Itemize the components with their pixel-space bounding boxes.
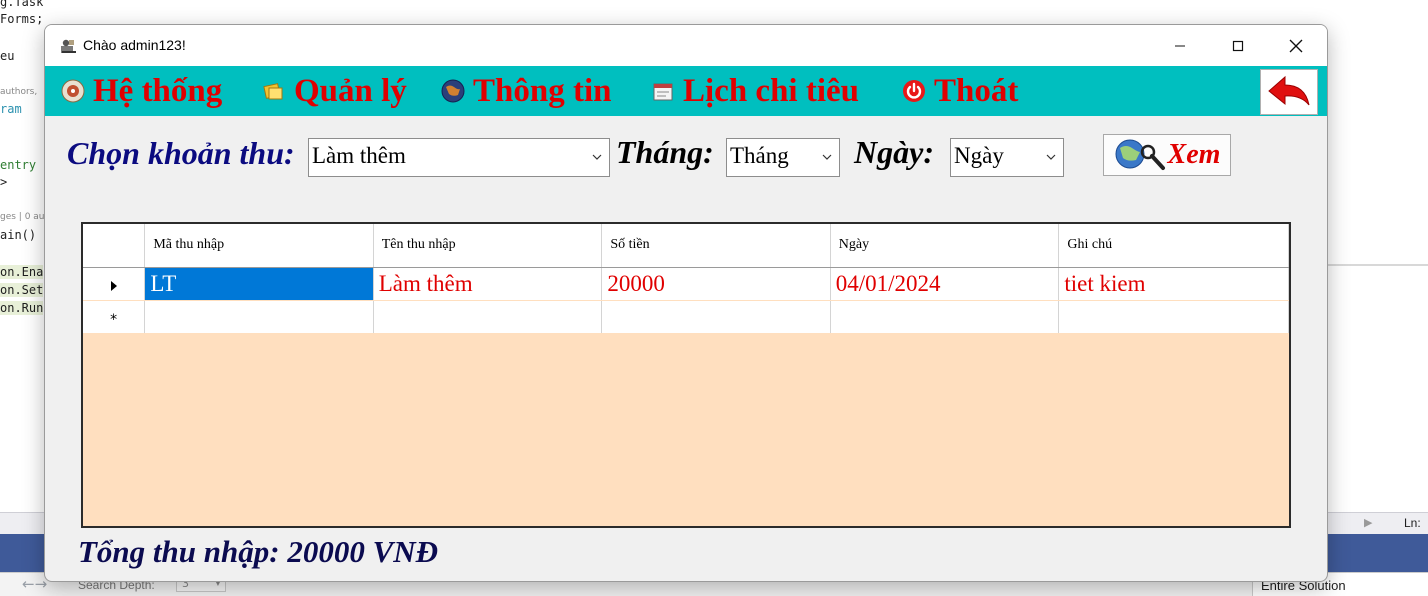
income-type-label: Chọn khoản thu: xyxy=(67,135,295,171)
column-header-ma-thu-nhap[interactable]: Mã thu nhập xyxy=(144,224,374,268)
maximize-icon xyxy=(1232,40,1244,51)
line-number-indicator: Ln: xyxy=(1404,516,1421,530)
minimize-button[interactable] xyxy=(1151,25,1209,66)
column-header-ghi-chu[interactable]: Ghi chú xyxy=(1058,224,1289,268)
empty-cell[interactable] xyxy=(144,300,374,334)
empty-cell[interactable] xyxy=(373,300,603,334)
menu-thoat[interactable]: Thoát xyxy=(902,72,1018,110)
power-icon xyxy=(903,80,925,102)
menu-thong-tin[interactable]: Thông tin xyxy=(441,72,611,110)
chevron-down-icon xyxy=(822,154,832,160)
calendar-icon xyxy=(653,83,673,101)
grid-header-row: Mã thu nhập Tên thu nhập Số tiền Ngày Gh… xyxy=(83,224,1289,268)
total-income-label: Tổng thu nhập: 20000 VNĐ xyxy=(78,534,439,569)
income-type-select[interactable]: Làm thêm xyxy=(308,138,610,177)
column-header-ngay[interactable]: Ngày xyxy=(830,224,1060,268)
month-label: Tháng: xyxy=(616,134,714,170)
cell-ma-thu-nhap[interactable]: LT xyxy=(144,267,374,301)
new-row[interactable]: * xyxy=(83,300,1289,334)
current-row-icon xyxy=(110,280,117,291)
title-bar[interactable]: Chào admin123! xyxy=(45,25,1327,66)
new-row-icon: * xyxy=(110,311,118,328)
row-header-corner[interactable] xyxy=(83,224,146,268)
folder-icon xyxy=(263,83,283,100)
maximize-button[interactable] xyxy=(1209,25,1267,66)
code-line: Forms; xyxy=(0,12,44,26)
empty-cell[interactable] xyxy=(601,300,831,334)
chevron-right-icon[interactable]: ▶ xyxy=(1364,516,1372,529)
code-line: > xyxy=(0,175,8,189)
cell-ten-thu-nhap[interactable]: Làm thêm xyxy=(373,267,603,301)
code-lens: ges | 0 au xyxy=(0,212,44,222)
column-header-so-tien[interactable]: Số tiền xyxy=(601,224,831,268)
code-lens: authors, xyxy=(0,87,38,97)
view-button[interactable]: Xem xyxy=(1103,134,1231,176)
code-line: on.Run xyxy=(0,301,44,315)
app-icon xyxy=(61,39,76,53)
chevron-down-icon xyxy=(1046,154,1056,160)
day-select[interactable]: Ngày xyxy=(950,138,1064,177)
cell-ghi-chu[interactable]: tiet kiem xyxy=(1058,267,1289,301)
ide-side-panel xyxy=(1326,0,1428,512)
cell-so-tien[interactable]: 20000 xyxy=(601,267,831,301)
globe-icon xyxy=(441,79,465,103)
back-button[interactable] xyxy=(1260,69,1318,115)
table-row[interactable]: LT Làm thêm 20000 04/01/2024 tiet kiem xyxy=(83,267,1289,301)
close-button[interactable] xyxy=(1267,25,1325,66)
empty-cell[interactable] xyxy=(830,300,1060,334)
column-header-ten-thu-nhap[interactable]: Tên thu nhập xyxy=(373,224,603,268)
globe-search-icon xyxy=(1115,139,1165,170)
income-data-grid[interactable]: Mã thu nhập Tên thu nhập Số tiền Ngày Gh… xyxy=(81,222,1291,528)
menu-lich-chi-tieu[interactable]: Lịch chi tiêu xyxy=(651,72,859,110)
chevron-down-icon xyxy=(592,154,602,160)
ide-panel-divider xyxy=(1326,264,1428,266)
menu-he-thong[interactable]: Hệ thống xyxy=(61,72,222,110)
menu-quan-ly[interactable]: Quản lý xyxy=(262,72,407,110)
ide-code-editor: g.Tasks; Forms; eu authors, ram entry > … xyxy=(0,0,44,512)
code-line: entry xyxy=(0,158,37,172)
code-line: g.Tasks; xyxy=(0,0,44,9)
minimize-icon xyxy=(1175,45,1185,46)
code-line: on.Set xyxy=(0,283,44,297)
code-line: ain() xyxy=(0,228,37,242)
month-select[interactable]: Tháng xyxy=(726,138,840,177)
code-line: eu xyxy=(0,49,15,63)
row-header[interactable] xyxy=(83,267,146,301)
code-line: on.Ena xyxy=(0,265,44,279)
app-window: Chào admin123! Hệ thống Quản lý Thông ti… xyxy=(44,24,1328,582)
nav-arrows-icon[interactable]: ←→ xyxy=(22,575,47,593)
cell-ngay[interactable]: 04/01/2024 xyxy=(830,267,1060,301)
window-title: Chào admin123! xyxy=(83,37,186,53)
income-table: Mã thu nhập Tên thu nhập Số tiền Ngày Gh… xyxy=(83,224,1289,334)
empty-cell[interactable] xyxy=(1058,300,1289,334)
row-header[interactable]: * xyxy=(83,300,146,334)
day-label: Ngày: xyxy=(854,134,934,170)
disk-icon xyxy=(61,79,85,103)
code-line: ram xyxy=(0,102,22,116)
back-arrow-icon xyxy=(1268,75,1310,106)
menu-strip: Hệ thống Quản lý Thông tin Lịch chi tiêu… xyxy=(45,66,1327,116)
close-icon xyxy=(1289,39,1303,52)
